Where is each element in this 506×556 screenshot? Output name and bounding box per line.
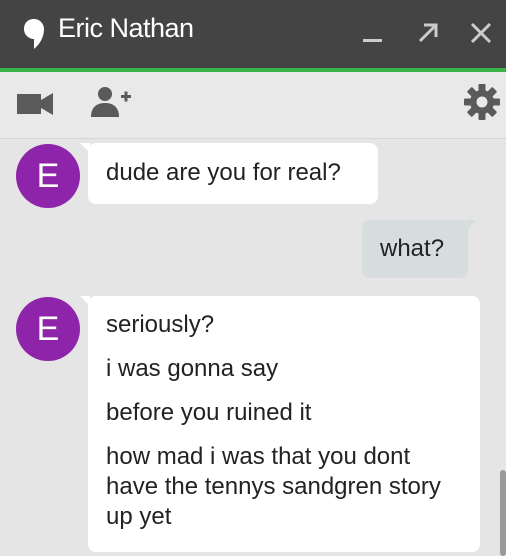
message-text: before you ruined it [106,399,312,426]
video-call-icon[interactable] [17,92,53,116]
message-text: what? [380,235,445,262]
close-icon[interactable] [466,18,496,48]
gear-icon[interactable] [463,83,501,121]
message-text: seriously? [106,311,215,338]
minimize-icon[interactable] [358,18,388,48]
chat-window-header: Eric Nathan [0,0,506,68]
message-text: how mad i was that you dont have the ten… [106,443,441,530]
popout-icon[interactable] [413,18,443,48]
incoming-message: dude are you for real? [80,143,378,204]
avatar: E [16,144,80,208]
incoming-message: seriously? i was gonna say before you ru… [80,296,480,552]
chat-toolbar [0,72,506,139]
message-text: i was gonna say [106,355,279,382]
message-list: E dude are you for real? what? E serious… [0,139,506,556]
message-text: dude are you for real? [106,159,341,186]
chat-title: Eric Nathan [58,13,194,43]
avatar: E [16,297,80,361]
scrollbar[interactable] [500,470,506,556]
add-person-icon[interactable] [91,85,133,119]
outgoing-message: what? [362,220,476,278]
hangouts-bubble-icon [24,19,44,49]
